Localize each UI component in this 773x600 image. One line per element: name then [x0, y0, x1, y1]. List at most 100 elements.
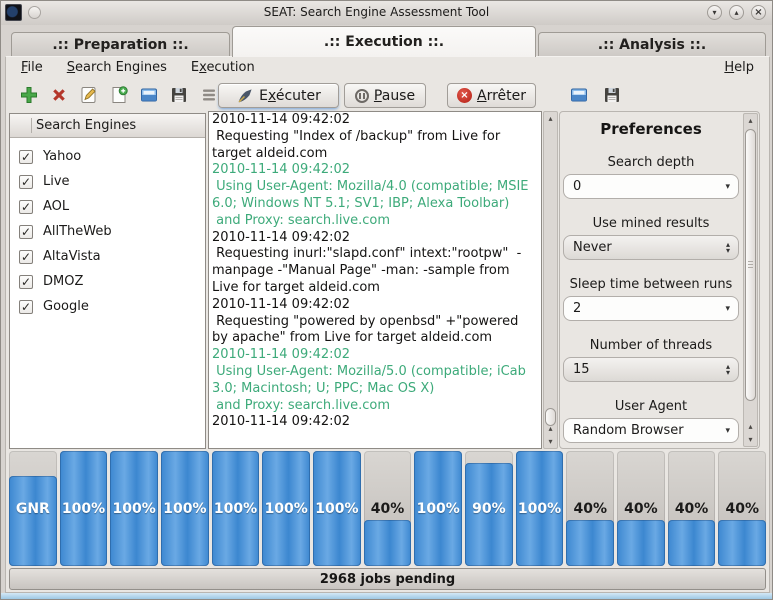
edit-tool-icon[interactable] — [77, 83, 100, 106]
chevron-down-icon: ▾ — [725, 304, 730, 314]
pause-button[interactable]: Pause — [344, 83, 426, 108]
log-line: 2010-11-14 09:42:02 — [212, 297, 538, 314]
engine-checkbox-aol[interactable]: ✓ — [19, 200, 33, 214]
thread-bar-7: 100% — [313, 451, 361, 566]
pref-field-use-mined-results: Use mined results Never ▴▾ — [561, 216, 741, 260]
engine-label: AllTheWeb — [43, 224, 112, 239]
sleep-time-between-runs-dropdown[interactable]: 2▾ — [563, 296, 739, 321]
add-tool-icon[interactable] — [17, 83, 40, 106]
prefs-scroll-up2-icon[interactable]: ▴ — [744, 420, 757, 433]
preferences-fields: Search depth 0▾ Use mined results Never ▴▾ Sl… — [561, 155, 741, 448]
ex-cuter-button[interactable]: Exécuter — [218, 83, 339, 108]
pref-label: Use mined results — [561, 216, 741, 231]
use-mined-results-spinner[interactable]: Never ▴▾ — [563, 235, 739, 260]
pref-field-user-agent: User Agent Random Browser▾ — [561, 399, 741, 443]
thread-bar-9: 100% — [414, 451, 462, 566]
thread-bar-15: 40% — [718, 451, 766, 566]
jobs-pending-label: 2968 jobs pending — [320, 572, 455, 587]
thread-bar-10: 90% — [465, 451, 513, 566]
thread-bar-label: 100% — [313, 451, 361, 566]
menu-search-engines[interactable]: Search Engines — [67, 60, 167, 75]
execution-log[interactable]: 2010-11-14 09:42:02 Requesting "Index of… — [208, 111, 542, 449]
prefs-scroll-down-icon[interactable]: ▾ — [744, 433, 757, 446]
thread-bar-6: 100% — [262, 451, 310, 566]
engine-checkbox-altavista[interactable]: ✓ — [19, 250, 33, 264]
pref-label: Number of threads — [561, 338, 741, 353]
pen-icon — [236, 87, 254, 105]
user-agent-dropdown[interactable]: Random Browser▾ — [563, 418, 739, 443]
thread-bar-5: 100% — [212, 451, 260, 566]
list-tool-icon[interactable] — [197, 83, 220, 106]
toolbar: Exécuter Pause ×Arrêter — [1, 83, 772, 109]
combo-value: 15 — [573, 362, 590, 377]
load-tool-icon[interactable] — [137, 83, 160, 106]
new-page-tool-icon[interactable] — [107, 83, 130, 106]
thread-bar-label: 100% — [262, 451, 310, 566]
button-label: Pause — [374, 88, 415, 104]
engine-checkbox-alltheweb[interactable]: ✓ — [19, 225, 33, 239]
menubar: File Search Engines Execution Help — [9, 60, 764, 80]
chevron-down-icon: ▾ — [725, 182, 730, 192]
engine-label: AltaVista — [43, 249, 101, 264]
window-bottom-edge — [1, 593, 772, 599]
prefs-scroll-thumb[interactable] — [745, 129, 756, 401]
engine-row-alltheweb[interactable]: ✓ AllTheWeb — [10, 219, 205, 244]
engine-row-yahoo[interactable]: ✓Yahoo — [10, 144, 205, 169]
pause-icon — [355, 89, 369, 103]
engine-label: Live — [43, 174, 70, 189]
log-scroll-down-icon[interactable]: ▾ — [544, 435, 557, 448]
thread-bar-4: 100% — [161, 451, 209, 566]
save-tool-icon[interactable] — [167, 83, 190, 106]
pref-label: User Agent — [561, 399, 741, 414]
log-line: 2010-11-14 09:42:02 — [212, 414, 538, 431]
menu-execution[interactable]: Execution — [191, 60, 255, 75]
engine-checkbox-dmoz[interactable]: ✓ — [19, 275, 33, 289]
thread-bar-label: 40% — [668, 451, 716, 566]
save-result-icon[interactable] — [600, 83, 623, 106]
arr-ter-button[interactable]: ×Arrêter — [447, 83, 536, 108]
thumb-grip — [748, 261, 753, 268]
log-line: Requesting "powered by openbsd" +"powere… — [212, 314, 538, 348]
engine-checkbox-yahoo[interactable]: ✓ — [19, 150, 33, 164]
search-engines-panel: Search Engines ✓Yahoo✓Live✓AOL✓AllTheWeb… — [9, 113, 206, 449]
thread-bar-11: 100% — [516, 451, 564, 566]
log-line: Requesting inurl:"slapd.conf" intext:"ro… — [212, 246, 538, 296]
engine-row-aol[interactable]: ✓AOL — [10, 194, 205, 219]
log-scroll-up-icon[interactable]: ▴ — [544, 112, 557, 125]
engine-row-altavista[interactable]: ✓ AltaVista — [10, 244, 205, 269]
thread-bar-label: GNR — [9, 451, 57, 566]
load-result-icon[interactable] — [567, 83, 590, 106]
spin-arrows-icon[interactable]: ▴▾ — [726, 364, 730, 376]
log-line: and Proxy: search.live.com — [212, 398, 538, 415]
pref-label: Search depth — [561, 155, 741, 170]
log-scrollbar[interactable]: ▴ ▴ ▾ — [543, 111, 558, 449]
combo-value: Never — [573, 240, 612, 255]
remove-tool-icon[interactable] — [47, 83, 70, 106]
button-label: Arrêter — [477, 88, 526, 104]
app-window: SEAT: Search Engine Assessment Tool ▾ ▴ … — [0, 0, 773, 600]
thread-progress-bars: GNR100%100%100%100%100%100%40%100%90%100… — [9, 451, 766, 566]
log-line: and Proxy: search.live.com — [212, 213, 538, 230]
number-of-threads-spinner[interactable]: 15 ▴▾ — [563, 357, 739, 382]
thread-bar-label: 100% — [161, 451, 209, 566]
engine-checkbox-live[interactable]: ✓ — [19, 175, 33, 189]
menu-file[interactable]: File — [21, 60, 43, 75]
engine-checkbox-google[interactable]: ✓ — [19, 300, 33, 314]
engine-row-dmoz[interactable]: ✓ DMOZ — [10, 269, 205, 294]
thread-bar-label: 100% — [110, 451, 158, 566]
engine-label: DMOZ — [43, 274, 83, 289]
menu-help[interactable]: Help — [724, 60, 754, 75]
preferences-scrollbar[interactable]: ▴ ▴ ▾ — [743, 113, 758, 447]
thread-bar-3: 100% — [110, 451, 158, 566]
prefs-scroll-up-icon[interactable]: ▴ — [744, 114, 757, 127]
search-engines-header[interactable]: Search Engines — [10, 114, 205, 138]
search-depth-dropdown[interactable]: 0▾ — [563, 174, 739, 199]
spin-arrows-icon[interactable]: ▴▾ — [726, 242, 730, 254]
engine-row-live[interactable]: ✓ Live — [10, 169, 205, 194]
preferences-title: Preferences — [561, 120, 741, 138]
log-scroll-up2-icon[interactable]: ▴ — [544, 422, 557, 435]
pref-field-sleep-time-between-runs: Sleep time between runs2▾ — [561, 277, 741, 321]
thread-bar-label: 40% — [718, 451, 766, 566]
engine-row-google[interactable]: ✓Google — [10, 294, 205, 319]
chevron-down-icon: ▾ — [725, 426, 730, 436]
